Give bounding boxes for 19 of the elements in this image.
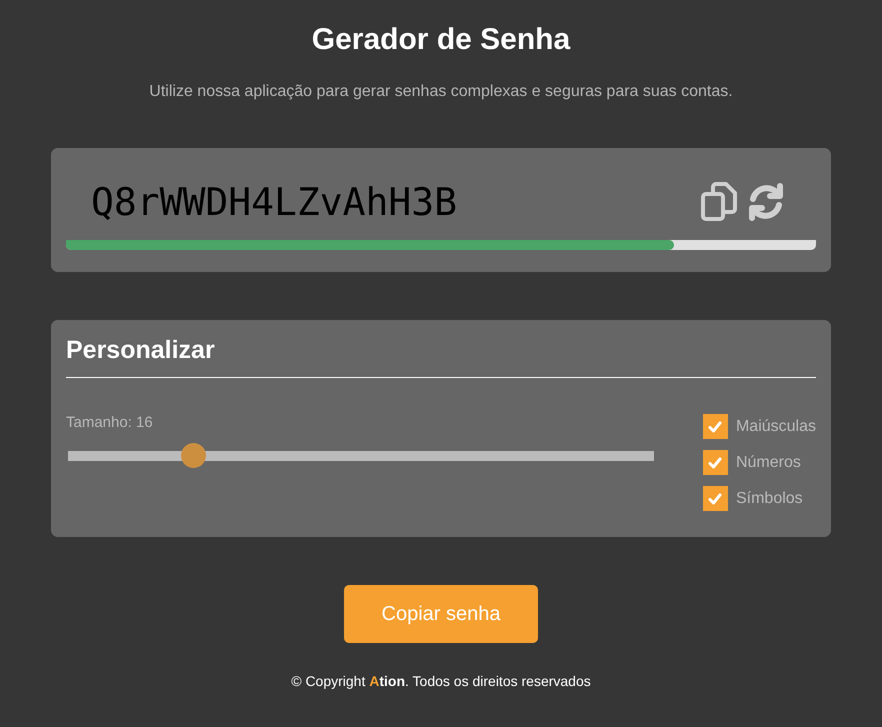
- checkbox[interactable]: [702, 450, 728, 475]
- option-label: Símbolos: [736, 490, 803, 508]
- slider-thumb[interactable]: [181, 443, 206, 468]
- copy-icon[interactable]: [700, 182, 738, 222]
- option-label: Maiúsculas: [736, 418, 816, 436]
- refresh-icon[interactable]: [746, 182, 786, 222]
- checkbox[interactable]: [702, 486, 728, 511]
- copy-password-button[interactable]: Copiar senha: [344, 585, 538, 643]
- checkbox[interactable]: [702, 414, 728, 439]
- option-label: Números: [736, 454, 801, 472]
- copyright-text: © Copyright Ation. Todos os direitos reservados: [291, 673, 591, 689]
- checkmark-icon: [708, 420, 722, 434]
- checkmark-icon: [708, 456, 722, 470]
- page-title: Gerador de Senha: [312, 23, 570, 57]
- checkmark-icon: [708, 492, 722, 506]
- section-title: Personalizar: [66, 336, 816, 378]
- subtitle: Utilize nossa aplicação para gerar senhas complexas e seguras para suas contas.: [149, 83, 733, 101]
- length-label: Tamanho: 16: [66, 414, 154, 431]
- password-text: Q8rWWDH4LZvAhH3B: [91, 180, 458, 224]
